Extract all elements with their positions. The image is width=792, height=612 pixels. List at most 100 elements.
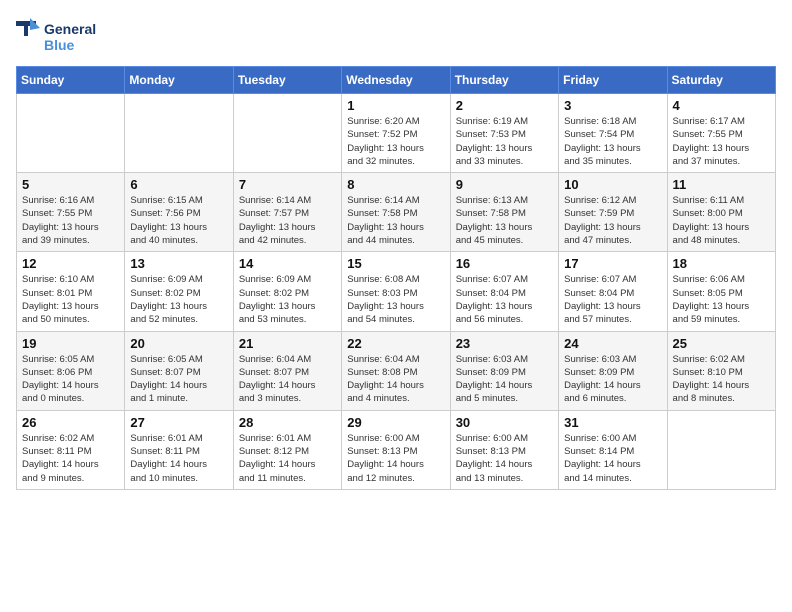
weekday-header: Tuesday (233, 67, 341, 94)
day-info: Sunrise: 6:09 AM Sunset: 8:02 PM Dayligh… (239, 273, 336, 326)
weekday-header: Wednesday (342, 67, 450, 94)
calendar-day-cell: 25 Sunrise: 6:02 AM Sunset: 8:10 PM Dayli… (667, 331, 775, 410)
day-number: 1 (347, 98, 444, 113)
calendar-day-cell: 20 Sunrise: 6:05 AM Sunset: 8:07 PM Dayli… (125, 331, 233, 410)
day-info: Sunrise: 6:18 AM Sunset: 7:54 PM Dayligh… (564, 115, 661, 168)
day-number: 30 (456, 415, 553, 430)
logo: GeneralBlue (16, 16, 96, 58)
day-number: 9 (456, 177, 553, 192)
weekday-header: Thursday (450, 67, 558, 94)
calendar-empty-cell (125, 94, 233, 173)
day-info: Sunrise: 6:09 AM Sunset: 8:02 PM Dayligh… (130, 273, 227, 326)
calendar-day-cell: 4 Sunrise: 6:17 AM Sunset: 7:55 PM Daylig… (667, 94, 775, 173)
calendar-day-cell: 13 Sunrise: 6:09 AM Sunset: 8:02 PM Dayli… (125, 252, 233, 331)
day-number: 2 (456, 98, 553, 113)
day-number: 16 (456, 256, 553, 271)
day-number: 27 (130, 415, 227, 430)
calendar-day-cell: 29Sunrise: 6:00 AM Sunset: 8:13 PM Dayli… (342, 410, 450, 489)
day-info: Sunrise: 6:13 AM Sunset: 7:58 PM Dayligh… (456, 194, 553, 247)
calendar-day-cell: 24 Sunrise: 6:03 AM Sunset: 8:09 PM Dayli… (559, 331, 667, 410)
day-info: Sunrise: 6:07 AM Sunset: 8:04 PM Dayligh… (564, 273, 661, 326)
day-info: Sunrise: 6:03 AM Sunset: 8:09 PM Dayligh… (456, 353, 553, 406)
logo-svg: GeneralBlue (16, 16, 96, 58)
calendar-day-cell: 21 Sunrise: 6:04 AM Sunset: 8:07 PM Dayli… (233, 331, 341, 410)
day-number: 19 (22, 336, 119, 351)
calendar-day-cell: 16Sunrise: 6:07 AM Sunset: 8:04 PM Dayli… (450, 252, 558, 331)
day-info: Sunrise: 6:00 AM Sunset: 8:13 PM Dayligh… (456, 432, 553, 485)
day-number: 20 (130, 336, 227, 351)
day-number: 18 (673, 256, 770, 271)
day-info: Sunrise: 6:19 AM Sunset: 7:53 PM Dayligh… (456, 115, 553, 168)
calendar-day-cell: 3 Sunrise: 6:18 AM Sunset: 7:54 PM Daylig… (559, 94, 667, 173)
day-info: Sunrise: 6:06 AM Sunset: 8:05 PM Dayligh… (673, 273, 770, 326)
calendar-day-cell: 28Sunrise: 6:01 AM Sunset: 8:12 PM Dayli… (233, 410, 341, 489)
calendar-table: SundayMondayTuesdayWednesdayThursdayFrid… (16, 66, 776, 490)
day-info: Sunrise: 6:08 AM Sunset: 8:03 PM Dayligh… (347, 273, 444, 326)
day-info: Sunrise: 6:01 AM Sunset: 8:11 PM Dayligh… (130, 432, 227, 485)
calendar-day-cell: 7Sunrise: 6:14 AM Sunset: 7:57 PM Daylig… (233, 173, 341, 252)
day-info: Sunrise: 6:11 AM Sunset: 8:00 PM Dayligh… (673, 194, 770, 247)
day-info: Sunrise: 6:04 AM Sunset: 8:08 PM Dayligh… (347, 353, 444, 406)
day-number: 4 (673, 98, 770, 113)
day-number: 6 (130, 177, 227, 192)
day-info: Sunrise: 6:05 AM Sunset: 8:06 PM Dayligh… (22, 353, 119, 406)
calendar-day-cell: 10 Sunrise: 6:12 AM Sunset: 7:59 PM Dayli… (559, 173, 667, 252)
day-number: 13 (130, 256, 227, 271)
day-info: Sunrise: 6:00 AM Sunset: 8:14 PM Dayligh… (564, 432, 661, 485)
weekday-header: Friday (559, 67, 667, 94)
day-info: Sunrise: 6:02 AM Sunset: 8:10 PM Dayligh… (673, 353, 770, 406)
day-number: 14 (239, 256, 336, 271)
day-number: 23 (456, 336, 553, 351)
calendar-day-cell: 11 Sunrise: 6:11 AM Sunset: 8:00 PM Dayli… (667, 173, 775, 252)
day-number: 26 (22, 415, 119, 430)
calendar-day-cell: 19 Sunrise: 6:05 AM Sunset: 8:06 PM Dayli… (17, 331, 125, 410)
calendar-day-cell: 26 Sunrise: 6:02 AM Sunset: 8:11 PM Dayli… (17, 410, 125, 489)
day-info: Sunrise: 6:03 AM Sunset: 8:09 PM Dayligh… (564, 353, 661, 406)
day-number: 5 (22, 177, 119, 192)
day-number: 15 (347, 256, 444, 271)
calendar-day-cell: 6 Sunrise: 6:15 AM Sunset: 7:56 PM Daylig… (125, 173, 233, 252)
day-info: Sunrise: 6:05 AM Sunset: 8:07 PM Dayligh… (130, 353, 227, 406)
calendar-day-cell: 5 Sunrise: 6:16 AM Sunset: 7:55 PM Daylig… (17, 173, 125, 252)
calendar-body: 1 Sunrise: 6:20 AM Sunset: 7:52 PM Daylig… (17, 94, 776, 490)
day-number: 11 (673, 177, 770, 192)
day-number: 31 (564, 415, 661, 430)
day-info: Sunrise: 6:10 AM Sunset: 8:01 PM Dayligh… (22, 273, 119, 326)
calendar-day-cell: 8Sunrise: 6:14 AM Sunset: 7:58 PM Daylig… (342, 173, 450, 252)
calendar-day-cell: 1 Sunrise: 6:20 AM Sunset: 7:52 PM Daylig… (342, 94, 450, 173)
day-number: 21 (239, 336, 336, 351)
day-info: Sunrise: 6:04 AM Sunset: 8:07 PM Dayligh… (239, 353, 336, 406)
day-info: Sunrise: 6:17 AM Sunset: 7:55 PM Dayligh… (673, 115, 770, 168)
calendar-day-cell: 22 Sunrise: 6:04 AM Sunset: 8:08 PM Dayli… (342, 331, 450, 410)
calendar-header: SundayMondayTuesdayWednesdayThursdayFrid… (17, 67, 776, 94)
calendar-day-cell: 27 Sunrise: 6:01 AM Sunset: 8:11 PM Dayli… (125, 410, 233, 489)
calendar-day-cell: 2 Sunrise: 6:19 AM Sunset: 7:53 PM Daylig… (450, 94, 558, 173)
calendar-week-row: 26 Sunrise: 6:02 AM Sunset: 8:11 PM Dayli… (17, 410, 776, 489)
day-number: 25 (673, 336, 770, 351)
calendar-empty-cell (17, 94, 125, 173)
calendar-day-cell: 15 Sunrise: 6:08 AM Sunset: 8:03 PM Dayli… (342, 252, 450, 331)
calendar-week-row: 12Sunrise: 6:10 AM Sunset: 8:01 PM Dayli… (17, 252, 776, 331)
day-number: 24 (564, 336, 661, 351)
day-info: Sunrise: 6:12 AM Sunset: 7:59 PM Dayligh… (564, 194, 661, 247)
day-number: 29 (347, 415, 444, 430)
calendar-day-cell: 12Sunrise: 6:10 AM Sunset: 8:01 PM Dayli… (17, 252, 125, 331)
svg-text:Blue: Blue (44, 37, 75, 53)
weekday-header: Monday (125, 67, 233, 94)
calendar-day-cell: 31 Sunrise: 6:00 AM Sunset: 8:14 PM Dayli… (559, 410, 667, 489)
day-info: Sunrise: 6:20 AM Sunset: 7:52 PM Dayligh… (347, 115, 444, 168)
calendar-day-cell: 18 Sunrise: 6:06 AM Sunset: 8:05 PM Dayli… (667, 252, 775, 331)
weekday-header: Saturday (667, 67, 775, 94)
day-number: 10 (564, 177, 661, 192)
calendar-day-cell: 17Sunrise: 6:07 AM Sunset: 8:04 PM Dayli… (559, 252, 667, 331)
day-info: Sunrise: 6:01 AM Sunset: 8:12 PM Dayligh… (239, 432, 336, 485)
day-info: Sunrise: 6:14 AM Sunset: 7:57 PM Dayligh… (239, 194, 336, 247)
day-info: Sunrise: 6:02 AM Sunset: 8:11 PM Dayligh… (22, 432, 119, 485)
day-number: 3 (564, 98, 661, 113)
weekday-header: Sunday (17, 67, 125, 94)
day-info: Sunrise: 6:16 AM Sunset: 7:55 PM Dayligh… (22, 194, 119, 247)
calendar-week-row: 1 Sunrise: 6:20 AM Sunset: 7:52 PM Daylig… (17, 94, 776, 173)
day-number: 22 (347, 336, 444, 351)
header: GeneralBlue (16, 16, 776, 58)
day-info: Sunrise: 6:15 AM Sunset: 7:56 PM Dayligh… (130, 194, 227, 247)
